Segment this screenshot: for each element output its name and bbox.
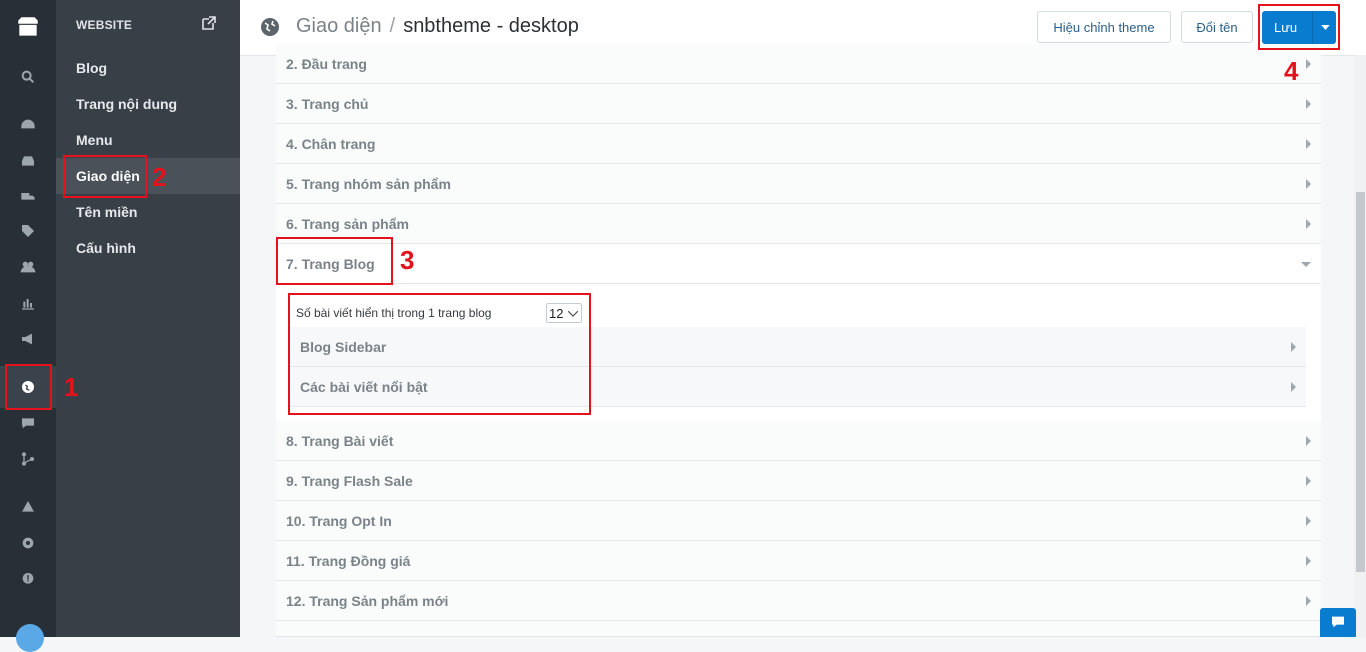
truck-icon[interactable] <box>0 182 56 212</box>
chevron-right-icon <box>1306 139 1311 149</box>
section-label: 6. Trang sản phẩm <box>286 216 409 232</box>
section-flash-sale[interactable]: 9. Trang Flash Sale <box>276 461 1321 501</box>
apps-icon[interactable] <box>0 492 56 522</box>
logo-icon[interactable] <box>0 10 56 44</box>
globe-icon <box>261 18 279 36</box>
page-title: snbtheme - desktop <box>403 15 579 37</box>
rename-button[interactable]: Đổi tên <box>1181 11 1253 43</box>
section-article[interactable]: 8. Trang Bài viết <box>276 421 1321 461</box>
users-icon[interactable] <box>0 252 56 282</box>
chevron-right-icon <box>1306 516 1311 526</box>
breadcrumb: Giao diện / snbtheme - desktop <box>296 15 579 38</box>
sidebar-item-blog[interactable]: Blog <box>56 50 240 86</box>
section-label: 10. Trang Opt In <box>286 513 392 529</box>
chevron-right-icon <box>1306 476 1311 486</box>
chevron-right-icon <box>1291 342 1296 352</box>
gear-icon[interactable] <box>0 528 56 558</box>
section-label: 3. Trang chủ <box>286 96 369 112</box>
section-home[interactable]: 3. Trang chủ <box>276 84 1321 124</box>
section-label: 9. Trang Flash Sale <box>286 473 413 489</box>
scrollbar-thumb[interactable] <box>1356 192 1365 572</box>
chat-icon[interactable] <box>0 408 56 438</box>
section-footer[interactable]: 4. Chân trang <box>276 124 1321 164</box>
inbox-icon[interactable] <box>0 146 56 176</box>
megaphone-icon[interactable] <box>0 324 56 354</box>
help-icon[interactable] <box>0 564 56 594</box>
section-label: 12. Trang Sản phẩm mới <box>286 593 449 609</box>
chevron-right-icon <box>1306 219 1311 229</box>
breadcrumb-separator: / <box>389 15 396 37</box>
chevron-right-icon <box>1306 596 1311 606</box>
reports-icon[interactable] <box>0 288 56 318</box>
section-label: 11. Trang Đồng giá <box>286 553 411 569</box>
annotation-number-3: 3 <box>400 245 415 275</box>
sidebar-item-menu[interactable]: Menu <box>56 122 240 158</box>
section-label: 8. Trang Bài viết <box>286 433 394 449</box>
annotation-number-1: 1 <box>64 372 79 402</box>
section-partial[interactable] <box>276 621 1321 637</box>
chevron-right-icon <box>1306 556 1311 566</box>
annotation-box-4 <box>1258 4 1340 50</box>
section-blog[interactable]: 7. Trang Blog <box>276 244 1321 284</box>
section-product[interactable]: 6. Trang sản phẩm <box>276 204 1321 244</box>
search-icon[interactable] <box>0 62 56 92</box>
section-header-header[interactable]: 2. Đầu trang <box>276 44 1321 84</box>
icon-rail <box>0 0 56 652</box>
chevron-right-icon <box>1306 179 1311 189</box>
chevron-down-icon <box>1301 262 1311 267</box>
sidebar-item-pages[interactable]: Trang nội dung <box>56 86 240 122</box>
integration-icon[interactable] <box>0 444 56 474</box>
section-new-products[interactable]: 12. Trang Sản phẩm mới <box>276 581 1321 621</box>
dashboard-icon[interactable] <box>0 110 56 140</box>
avatar[interactable] <box>16 624 44 652</box>
edit-theme-button[interactable]: Hiệu chỉnh theme <box>1037 11 1171 43</box>
annotation-number-4: 4 <box>1284 56 1299 86</box>
chevron-right-icon <box>1306 59 1311 69</box>
chat-bubble-icon <box>1332 616 1344 628</box>
external-link-icon[interactable] <box>202 16 216 30</box>
breadcrumb-root[interactable]: Giao diện <box>296 15 382 37</box>
annotation-box-1 <box>5 364 52 410</box>
tag-icon[interactable] <box>0 216 56 246</box>
website-subsidebar: WEBSITE Blog Trang nội dung Menu Giao di… <box>56 0 240 637</box>
annotation-box-2 <box>63 155 147 198</box>
chat-widget-button[interactable] <box>1320 608 1356 637</box>
sidebar-item-settings[interactable]: Cấu hình <box>56 230 240 266</box>
chevron-right-icon <box>1306 99 1311 109</box>
section-collection[interactable]: 5. Trang nhóm sản phẩm <box>276 164 1321 204</box>
section-opt-in[interactable]: 10. Trang Opt In <box>276 501 1321 541</box>
section-label: 2. Đầu trang <box>286 56 367 72</box>
section-same-price[interactable]: 11. Trang Đồng giá <box>276 541 1321 581</box>
section-label: 4. Chân trang <box>286 136 376 152</box>
annotation-box-blog-settings <box>288 293 591 415</box>
subsidebar-title: WEBSITE <box>76 18 133 32</box>
chevron-right-icon <box>1306 436 1311 446</box>
annotation-number-2: 2 <box>152 162 167 192</box>
annotation-box-3 <box>276 237 393 285</box>
section-label: 5. Trang nhóm sản phẩm <box>286 176 451 192</box>
chevron-right-icon <box>1291 382 1296 392</box>
sidebar-item-domains[interactable]: Tên miền <box>56 194 240 230</box>
